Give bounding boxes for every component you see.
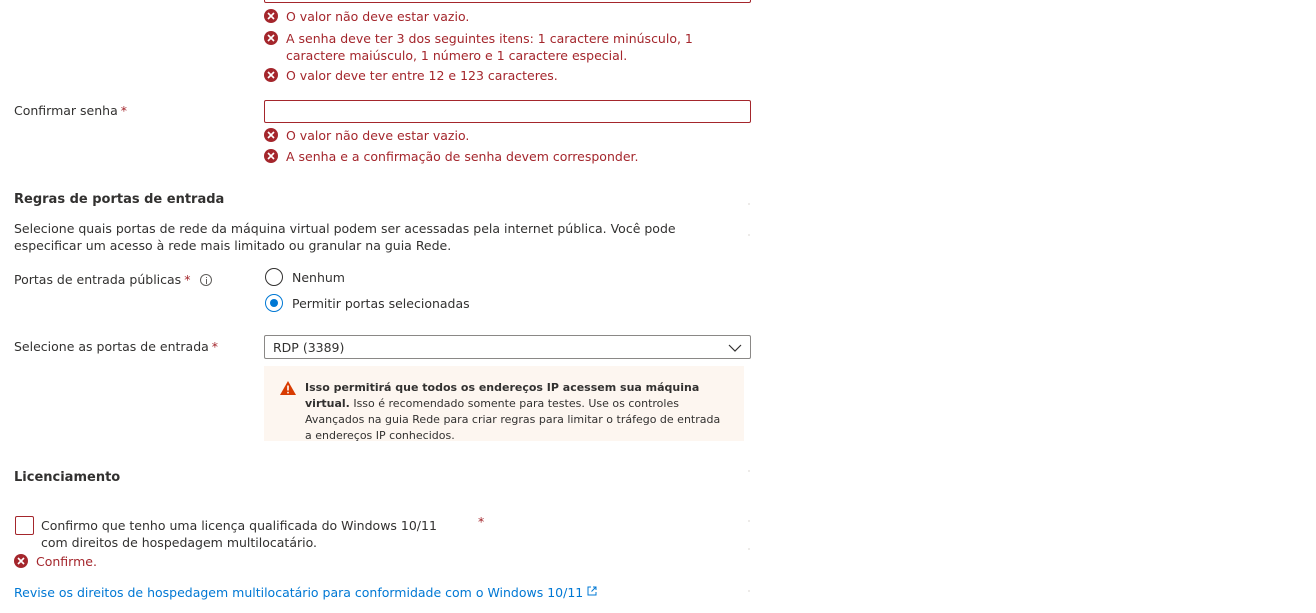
radio-nenhum[interactable]: Nenhum	[265, 268, 345, 286]
error-circle-icon	[264, 128, 278, 142]
divider-dot	[748, 520, 750, 522]
inbound-ports-dropdown[interactable]: RDP (3389)	[264, 335, 751, 359]
multitenant-rights-link[interactable]: Revise os direitos de hospedagem multilo…	[14, 585, 597, 600]
warning-banner: Isso permitirá que todos os endereços IP…	[264, 366, 744, 442]
radio-circle[interactable]	[265, 268, 283, 286]
confirm-password-input[interactable]	[264, 100, 751, 123]
required-mark: *	[120, 103, 127, 118]
password-error-complexity: A senha deve ter 3 dos seguintes itens: …	[264, 30, 754, 64]
inbound-rules-description: Selecione quais portas de rede da máquin…	[14, 221, 676, 253]
warning-text: Isso permitirá que todos os endereços IP…	[305, 381, 721, 442]
required-mark: *	[184, 272, 191, 287]
required-mark: *	[211, 339, 219, 354]
error-circle-icon	[264, 68, 278, 82]
license-error: Confirme.	[14, 553, 97, 570]
divider-dot	[748, 470, 750, 472]
license-checkbox-label[interactable]: Confirmo que tenho uma licença qualifica…	[41, 517, 461, 551]
select-ports-label: Selecione as portas de entrada *	[14, 339, 219, 354]
external-link-icon	[587, 584, 597, 599]
radio-permitir-portas[interactable]: Permitir portas selecionadas	[265, 294, 470, 312]
required-mark: *	[478, 514, 485, 529]
error-circle-icon	[14, 554, 28, 568]
licensing-heading: Licenciamento	[14, 470, 121, 485]
info-icon[interactable]	[200, 273, 213, 286]
license-checkbox[interactable]	[15, 516, 34, 535]
confirm-password-label: Confirmar senha *	[14, 103, 127, 118]
error-circle-icon	[264, 149, 278, 163]
divider-dot	[748, 590, 750, 592]
divider-dot	[748, 203, 750, 205]
public-ports-label: Portas de entrada públicas *	[14, 272, 213, 287]
radio-circle-selected[interactable]	[265, 294, 283, 312]
divider-dot	[748, 234, 750, 236]
chevron-down-icon	[728, 340, 742, 355]
inbound-rules-heading: Regras de portas de entrada	[14, 192, 225, 207]
password-error-empty: O valor não deve estar vazio.	[264, 8, 754, 25]
password-input[interactable]	[264, 0, 751, 3]
error-circle-icon	[264, 9, 278, 23]
error-circle-icon	[264, 31, 278, 45]
warning-triangle-icon	[280, 381, 296, 427]
divider-dot	[748, 548, 750, 550]
confirm-error-empty: O valor não deve estar vazio.	[264, 127, 754, 144]
confirm-error-mismatch: A senha e a confirmação de senha devem c…	[264, 148, 754, 165]
password-error-length: O valor deve ter entre 12 e 123 caracter…	[264, 67, 754, 84]
